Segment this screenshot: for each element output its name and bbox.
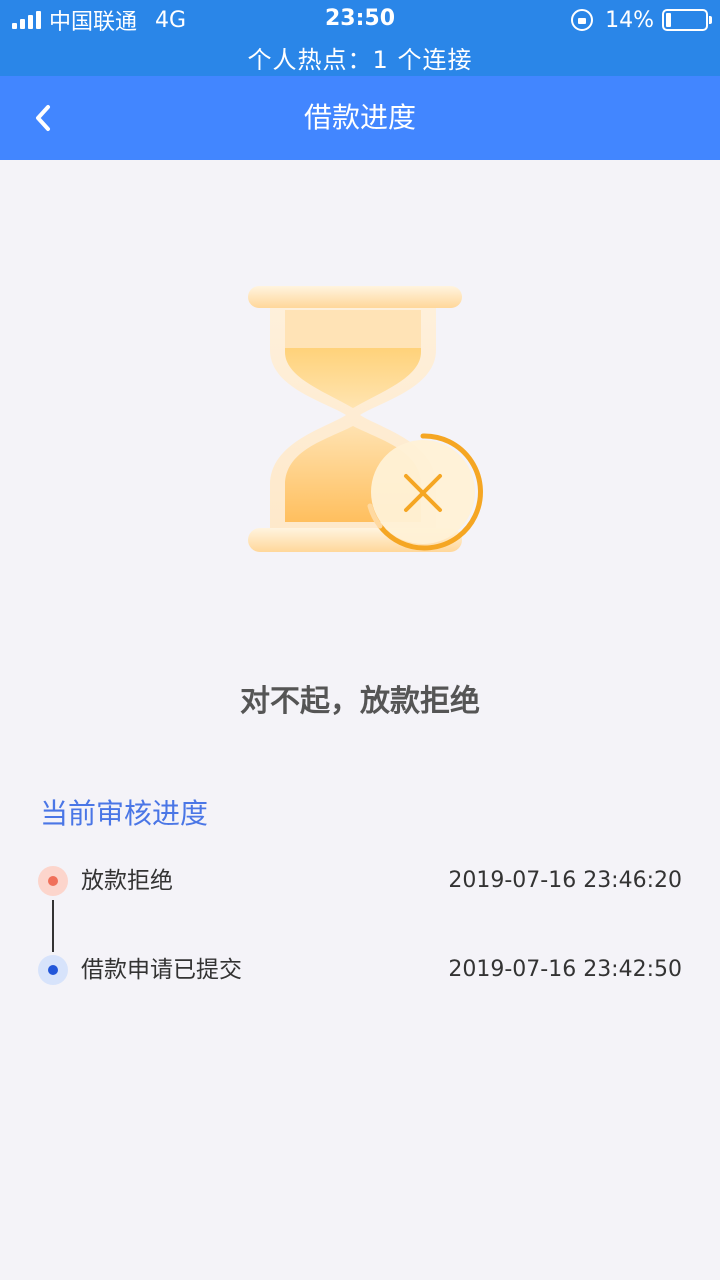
status-dot-blue <box>38 955 68 985</box>
timeline-connector <box>52 900 54 952</box>
hourglass-reject-illustration <box>248 286 483 552</box>
status-dot-red <box>38 866 68 896</box>
result-message: 对不起，放款拒绝 <box>240 684 480 719</box>
rotation-lock-icon <box>571 9 594 31</box>
page-title: 借款进度 <box>303 101 416 134</box>
status-right: 14% <box>571 6 712 34</box>
battery-icon <box>662 9 712 31</box>
step-label: 放款拒绝 <box>81 868 173 894</box>
nav-bar: 借款进度 <box>0 76 720 160</box>
progress-section-title: 当前审核进度 <box>40 797 209 830</box>
hourglass-top-cap <box>248 286 462 308</box>
battery-percent: 14% <box>605 7 654 33</box>
step-label: 借款申请已提交 <box>81 957 242 983</box>
step-time: 2019-07-16 23:46:20 <box>448 868 682 893</box>
timeline-step-submitted: 借款申请已提交 2019-07-16 23:42:50 <box>38 954 682 986</box>
hotspot-banner[interactable]: 个人热点：1 个连接 <box>0 40 720 75</box>
step-time: 2019-07-16 23:42:50 <box>448 957 682 982</box>
status-bar: 中国联通 4G 23:50 14% 个人热点：1 个连接 <box>0 0 720 76</box>
timeline-step-rejected: 放款拒绝 2019-07-16 23:46:20 <box>38 865 682 897</box>
